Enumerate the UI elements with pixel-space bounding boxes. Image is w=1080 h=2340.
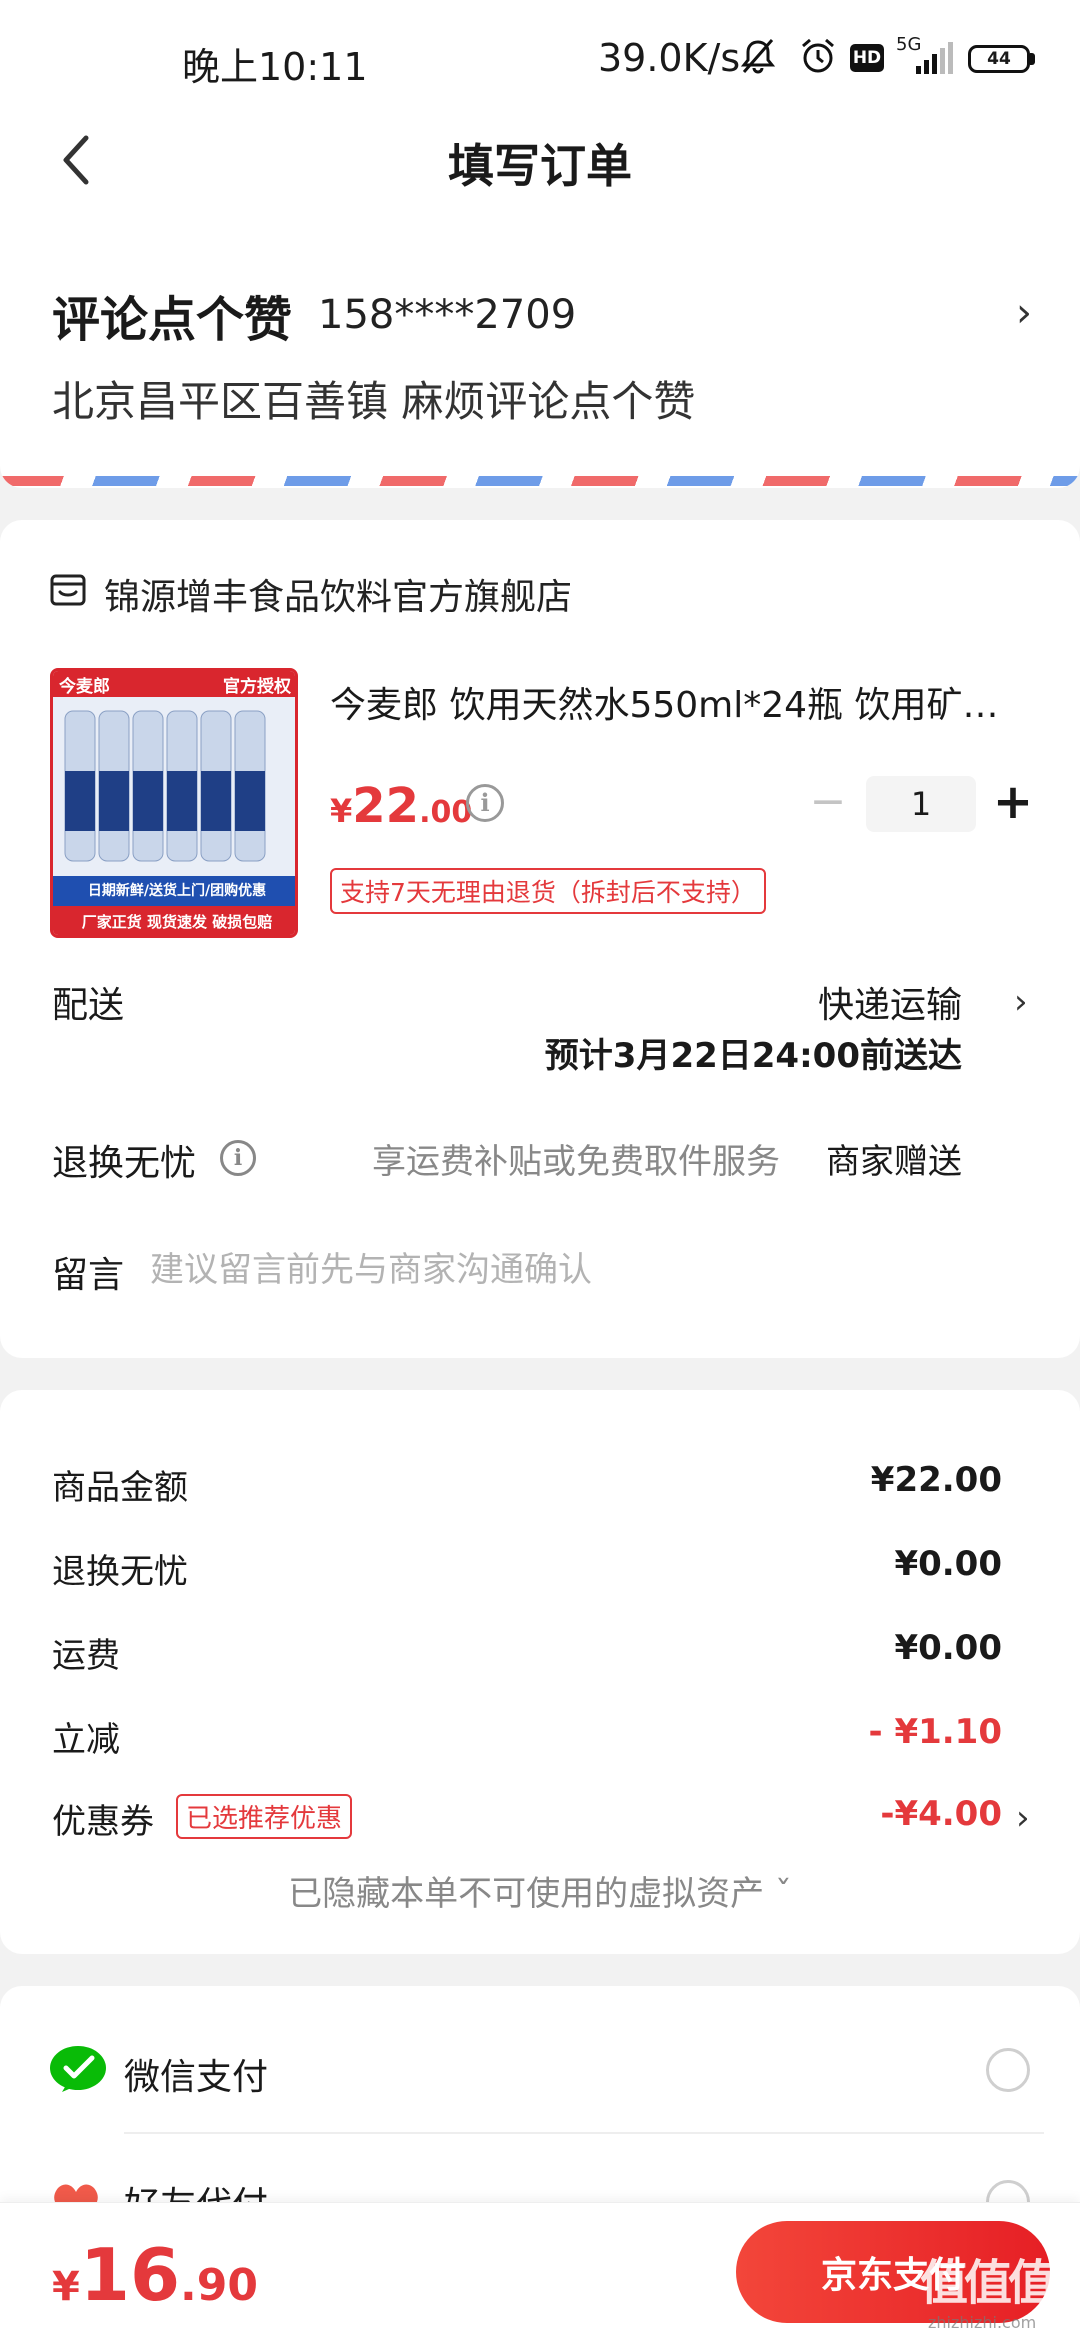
wechat-pay-icon xyxy=(50,2046,106,2092)
chevron-right-icon[interactable]: › xyxy=(1016,1798,1030,1838)
quantity-decrease-button[interactable]: − xyxy=(808,780,848,824)
water-bottles-illustration xyxy=(64,710,266,862)
summary-value-shipping: ¥0.00 xyxy=(894,1628,1002,1668)
worry-free-gift: 商家赠送 xyxy=(826,1142,962,1182)
summary-label-shipping: 运费 xyxy=(52,1636,120,1676)
divider xyxy=(124,2132,1044,2134)
hidden-assets-toggle[interactable]: 已隐藏本单不可使用的虚拟资产 ˇ xyxy=(0,1866,1080,1915)
total-decimal: .90 xyxy=(180,2260,258,2311)
summary-label-discount: 立减 xyxy=(52,1720,120,1760)
watermark: 值值值 xyxy=(920,2255,1056,2311)
price-decimal: .00 xyxy=(419,795,473,830)
status-time: 晚上10:11 xyxy=(182,45,368,89)
summary-label-worry-free: 退换无忧 xyxy=(52,1552,188,1592)
order-total: ¥16.90 xyxy=(52,2233,258,2317)
chevron-right-icon[interactable]: › xyxy=(1014,982,1028,1022)
message-label: 留言 xyxy=(52,1255,125,1296)
store-card: 锦源增丰食品饮料官方旗舰店 官方授权 今麦郎 日期新鲜/送货上门/团购优惠 厂家… xyxy=(0,520,1080,1358)
payment-option-label: 微信支付 xyxy=(124,2057,269,2098)
message-input[interactable] xyxy=(150,1240,1010,1300)
address-detail: 北京昌平区百善镇 麻烦评论点个赞 xyxy=(52,377,696,426)
quantity-field[interactable]: 1 xyxy=(866,776,976,832)
total-int: 16 xyxy=(79,2233,181,2317)
info-icon[interactable]: i xyxy=(220,1140,256,1176)
quantity-increase-button[interactable]: + xyxy=(990,778,1036,828)
watermark-url: zhizhizhi.com xyxy=(928,2313,1037,2332)
mute-icon xyxy=(740,39,776,74)
battery-tip xyxy=(1030,53,1035,65)
summary-value-worry-free: ¥0.00 xyxy=(894,1544,1002,1584)
shipping-label: 配送 xyxy=(52,985,125,1026)
coupon-badge: 已选推荐优惠 xyxy=(176,1794,353,1839)
shipping-eta: 预计3月22日24:00前送达 xyxy=(544,1036,962,1076)
product-price: ¥22.00 xyxy=(330,778,472,834)
worry-free-label: 退换无忧 xyxy=(52,1143,197,1184)
recipient-name: 评论点个赞 xyxy=(52,292,293,348)
product-image[interactable]: 官方授权 今麦郎 日期新鲜/送货上门/团购优惠 厂家正货 现货速发 破损包赔 xyxy=(50,668,298,938)
worry-free-description: 享运费补贴或免费取件服务 xyxy=(372,1142,780,1182)
signal-icon xyxy=(916,42,953,74)
summary-value-discount: - ¥1.10 xyxy=(868,1712,1003,1752)
address-card[interactable]: 评论点个赞 158****2709 › 北京昌平区百善镇 麻烦评论点个赞 xyxy=(0,210,1080,488)
summary-value-goods: ¥22.00 xyxy=(870,1460,1002,1500)
summary-label-goods: 商品金额 xyxy=(52,1468,188,1508)
hd-icon: HD xyxy=(850,44,884,72)
price-currency: ¥ xyxy=(330,792,353,830)
nav-bar: 填写订单 xyxy=(0,110,1080,210)
price-info-icon[interactable]: i xyxy=(466,784,504,822)
network-speed: 39.0K/s xyxy=(598,36,741,80)
image-caption-1: 日期新鲜/送货上门/团购优惠 xyxy=(53,876,295,906)
shipping-method[interactable]: 快递运输 xyxy=(818,976,962,1028)
page-title: 填写订单 xyxy=(448,139,632,193)
image-banner: 官方授权 xyxy=(223,677,291,697)
price-int: 22 xyxy=(352,778,420,834)
summary-label-coupon: 优惠券 xyxy=(52,1802,154,1842)
total-currency: ¥ xyxy=(52,2264,80,2310)
chevron-right-icon[interactable]: › xyxy=(1016,290,1032,336)
brand-logo: 今麦郎 xyxy=(59,677,110,697)
battery-icon: 44 xyxy=(968,45,1030,73)
airmail-stripe xyxy=(0,476,1080,486)
alarm-icon xyxy=(802,38,834,73)
summary-value-coupon[interactable]: -¥4.00 xyxy=(880,1794,1002,1834)
price-summary-card: 商品金额 ¥22.00 退换无忧 ¥0.00 运费 ¥0.00 立减 - ¥1.… xyxy=(0,1390,1080,1954)
product-title[interactable]: 今麦郎 饮用天然水550ml*24瓶 饮用矿泉水 整箱装 xyxy=(330,676,1030,728)
store-name[interactable]: 锦源增丰食品饮料官方旗舰店 xyxy=(104,568,572,620)
return-policy-badge: 支持7天无理由退货（拆封后不支持） xyxy=(330,868,766,914)
image-caption-2: 厂家正货 现货速发 破损包赔 xyxy=(53,906,295,935)
checkout-bar: ¥16.90 京东支付 值值值 zhizhizhi.com xyxy=(0,2202,1080,2340)
status-bar: 晚上10:11 39.0K/s HD 5G 44 xyxy=(0,0,1080,110)
recipient-phone: 158****2709 xyxy=(318,292,577,338)
wechat-pay-radio[interactable] xyxy=(986,2048,1030,2092)
store-icon xyxy=(50,574,86,606)
